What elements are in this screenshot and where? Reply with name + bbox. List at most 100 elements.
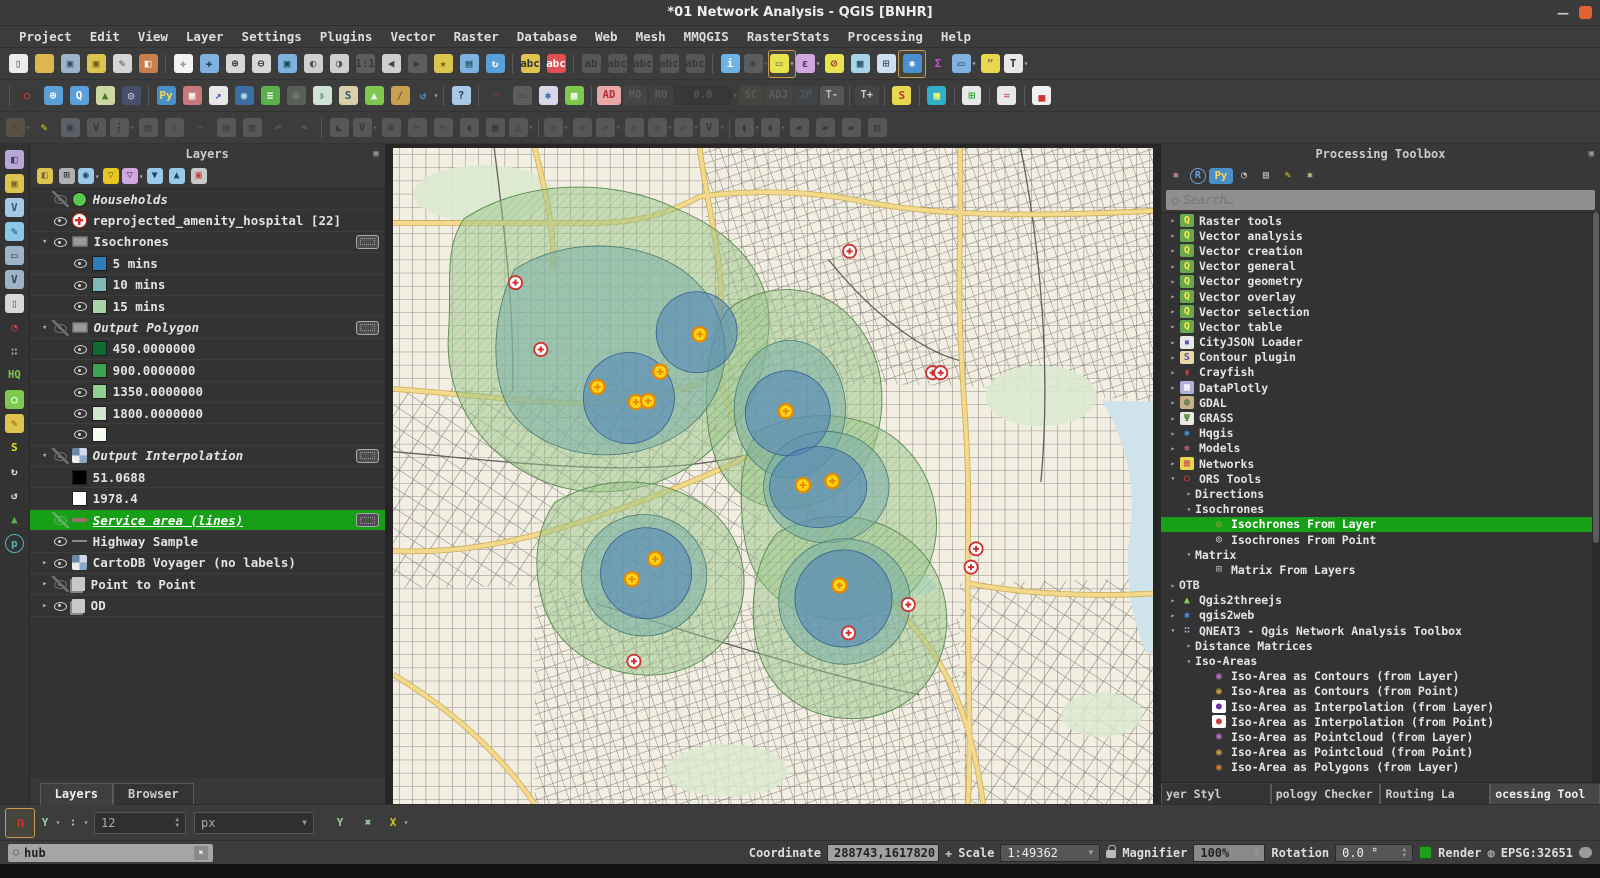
move-features[interactable]: V▾ (352, 115, 378, 141)
menu-help[interactable]: Help (932, 27, 980, 46)
ad-toggle[interactable]: AD (596, 83, 622, 109)
contour-button[interactable]: S (335, 83, 361, 109)
toolbox-row[interactable]: ▸QVector geometry (1161, 274, 1600, 289)
style-manager[interactable]: ◧ (135, 51, 161, 77)
toolbox-row[interactable]: ◉Iso-Area as Pointcloud (from Point) (1161, 745, 1600, 760)
move-label[interactable]: abc (630, 51, 656, 77)
menu-plugins[interactable]: Plugins (311, 27, 382, 46)
dock-tab[interactable]: Routing La (1380, 784, 1490, 804)
zoom-to-selection[interactable]: ◐ (300, 51, 326, 77)
filter-legend[interactable]: ▽ (100, 165, 122, 187)
expander-icon[interactable]: ▸ (1167, 231, 1179, 240)
spinner-arrows-icon[interactable]: ▲▼ (175, 817, 179, 829)
osm-place-search[interactable]: ○ (1, 387, 27, 411)
zoom-last[interactable]: ◀ (378, 51, 404, 77)
db-manager[interactable]: ▯ (1, 291, 27, 315)
toolbox-row[interactable]: ▸QVector overlay (1161, 289, 1600, 304)
t-plus[interactable]: T+ (854, 83, 880, 109)
toolbox-row[interactable]: ▸QVector creation (1161, 243, 1600, 258)
topological-editing[interactable]: Y (326, 809, 354, 837)
toolbox-results-viewer[interactable]: ▤ (1255, 165, 1277, 187)
gps-tool[interactable]: ▭ (509, 83, 535, 109)
tab-browser[interactable]: Browser (113, 783, 194, 804)
ro-toggle[interactable]: RO (648, 83, 674, 109)
chart-button[interactable]: ↗ (205, 83, 231, 109)
menu-mesh[interactable]: Mesh (627, 27, 675, 46)
table-export[interactable]: ▦ (561, 83, 587, 109)
lock-icon[interactable] (1106, 850, 1116, 858)
map-canvas[interactable] (393, 148, 1153, 804)
crayfish-pie[interactable]: ◔ (1, 315, 27, 339)
visibility-eye-icon[interactable] (52, 234, 69, 250)
mouse-position-icon[interactable]: ✚ (945, 846, 952, 860)
toolbox-row[interactable]: ●Iso-Area as Interpolation (from Point) (1161, 714, 1600, 729)
labeling-rules[interactable]: abc (543, 51, 569, 77)
project-properties[interactable]: ✎ (109, 51, 135, 77)
new-bookmark[interactable]: ★ (430, 51, 456, 77)
vertex-tool-all[interactable]: ▱▾ (543, 115, 569, 141)
toolbox-row[interactable]: ●Iso-Area as Interpolation (from Layer) (1161, 699, 1600, 714)
redo-edit[interactable]: ↷ (291, 115, 317, 141)
refresh-map[interactable]: ↻ (482, 51, 508, 77)
layer-row[interactable]: ▸CartoDB Voyager (no labels) (30, 553, 385, 574)
visibility-eye-icon[interactable] (72, 426, 89, 442)
plot-curves[interactable]: ≈ (994, 83, 1020, 109)
expander-icon[interactable]: ▸ (1167, 429, 1179, 438)
toolbox-row[interactable]: ◎Isochrones From Point (1161, 532, 1600, 547)
menu-processing[interactable]: Processing (839, 27, 932, 46)
layer-row[interactable]: 1800.0000000 (30, 403, 385, 424)
expander-icon[interactable]: ▸ (38, 558, 52, 568)
spinner-arrows-icon[interactable]: ▲▼ (1403, 847, 1407, 859)
expander-icon[interactable]: ▾ (1167, 626, 1179, 635)
statistics-abacus[interactable]: ⊞ (873, 51, 899, 77)
layer-row[interactable]: 15 mins (30, 296, 385, 317)
menu-view[interactable]: View (129, 27, 177, 46)
statistical-summary[interactable]: Σ (925, 51, 951, 77)
text-annotation[interactable]: T▾ (1003, 51, 1029, 77)
layer-row[interactable]: 450.0000000 (30, 339, 385, 360)
expander-icon[interactable]: ▸ (1167, 246, 1179, 255)
toolbox-row[interactable]: ▸QRaster tools (1161, 213, 1600, 228)
visibility-eye-icon[interactable] (72, 255, 89, 271)
layer-indicator-badge[interactable] (356, 235, 379, 249)
dock-tab[interactable]: yer Styl (1161, 784, 1271, 804)
layer-indicator-badge[interactable] (356, 513, 379, 527)
current-edits[interactable]: ✎▾ (5, 115, 31, 141)
new-geopackage[interactable]: ▣ (1, 171, 27, 195)
pin-labels[interactable]: ab (578, 51, 604, 77)
expander-icon[interactable]: ▸ (1167, 277, 1179, 286)
visibility-eye-icon[interactable] (72, 298, 89, 314)
magnifier-spinbox[interactable]: 100% ▲▼ (1193, 844, 1265, 862)
toolbox-row[interactable]: ▸▦Networks (1161, 456, 1600, 471)
open-attribute-table[interactable]: ▦ (847, 51, 873, 77)
visibility-eye-off-icon[interactable] (52, 512, 69, 528)
layer-indicator-badge[interactable] (356, 321, 379, 335)
menu-settings[interactable]: Settings (233, 27, 311, 46)
rotation-spinbox[interactable]: 0.0 ° ▲▼ (1335, 844, 1413, 862)
dock-tab[interactable]: pology Checker Pa (1271, 784, 1381, 804)
layer-row[interactable]: ▾Output Interpolation (30, 446, 385, 467)
visibility-eye-icon[interactable] (72, 341, 89, 357)
spinner-arrows-icon[interactable]: ▲▼ (1255, 847, 1259, 859)
osm-search-dim[interactable]: ⊙ (283, 83, 309, 109)
snapping-type[interactable]: ∶▾ (62, 809, 90, 837)
expander-icon[interactable]: ▸ (1167, 292, 1179, 301)
visibility-eye-icon[interactable] (52, 555, 69, 571)
expander-icon[interactable]: ▸ (1167, 611, 1179, 620)
quickosm-button[interactable]: ✎ (1, 411, 27, 435)
close-lines[interactable]: ▰ (812, 115, 838, 141)
expander-icon[interactable]: ▸ (1167, 338, 1179, 347)
ors-tools-button[interactable]: ○ (14, 83, 40, 109)
render-checkbox[interactable] (1419, 846, 1432, 859)
split-parts[interactable]: ✂ (430, 115, 456, 141)
toolbox-row[interactable]: ▸✱Models (1161, 441, 1600, 456)
layer-indicator-badge[interactable] (356, 449, 379, 463)
snap-on-intersection[interactable]: ✖ (354, 809, 382, 837)
rotate-point-symbols[interactable]: ▱ (621, 115, 647, 141)
labeling-options[interactable]: abc (517, 51, 543, 77)
toolbox-search-input[interactable] (1184, 193, 1589, 207)
new-spatialite[interactable]: ✎ (1, 219, 27, 243)
toolbox-row[interactable]: ▸Directions (1161, 486, 1600, 501)
filter-by-expression[interactable]: ▽▾ (122, 165, 144, 187)
expand-all[interactable]: ▼ (144, 165, 166, 187)
